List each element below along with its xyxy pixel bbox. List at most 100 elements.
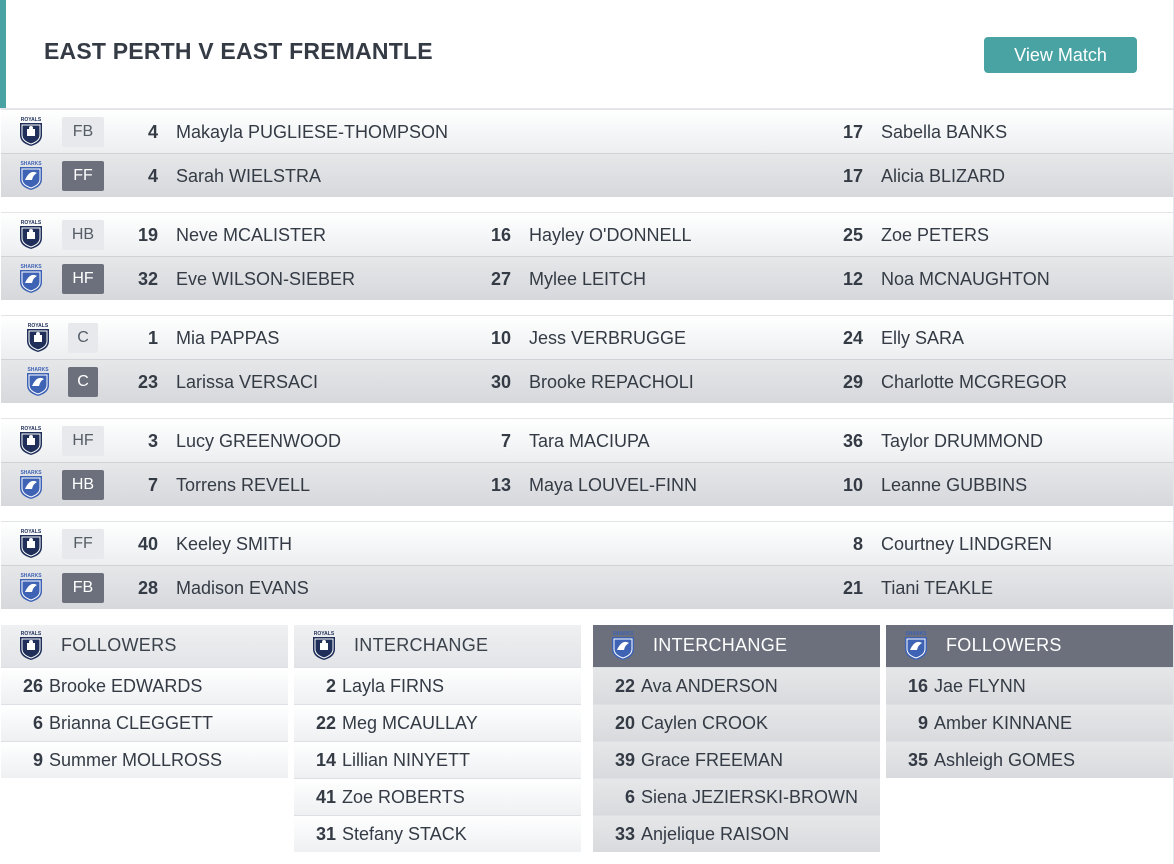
player-name[interactable]: Noa MCNAUGHTON <box>881 257 1050 301</box>
player-number: 9 <box>917 713 928 733</box>
sharks-logo-icon: SHARKS <box>20 573 42 602</box>
player-number: 33 <box>614 824 635 844</box>
view-match-button[interactable]: View Match <box>984 37 1137 73</box>
player-number: 6 <box>624 787 635 807</box>
player-number: 31 <box>315 824 336 844</box>
player-number: 21 <box>842 578 863 598</box>
player-name[interactable]: Tiani TEAKLE <box>881 566 993 610</box>
royals-logo-icon: ROYALS <box>20 426 42 455</box>
player-name[interactable]: Makayla PUGLIESE-THOMPSON <box>176 110 448 154</box>
player-name[interactable]: Siena JEZIERSKI-BROWN <box>641 779 858 815</box>
player-name[interactable]: Sabella BANKS <box>881 110 1007 154</box>
panel-header: ROYALS FOLLOWERS <box>1 625 288 667</box>
panel-header: ROYALS INTERCHANGE <box>294 625 581 667</box>
position-badge: FB <box>62 573 104 603</box>
player-name[interactable]: Meg MCAULLAY <box>342 705 478 741</box>
player-name[interactable]: Leanne GUBBINS <box>881 463 1027 507</box>
player-number: 39 <box>614 750 635 770</box>
position-badge: FF <box>62 161 104 191</box>
list-item: 16 Jae FLYNN <box>886 667 1173 704</box>
player-name[interactable]: Brooke REPACHOLI <box>529 360 694 404</box>
player-name[interactable]: Ashleigh GOMES <box>934 742 1075 778</box>
position-badge: FF <box>62 529 104 559</box>
player-name[interactable]: Jess VERBRUGGE <box>529 316 686 360</box>
team-logo: SHARKS <box>18 160 44 191</box>
player-name[interactable]: Ava ANDERSON <box>641 668 778 704</box>
sharks-logo-icon: SHARKS <box>20 470 42 499</box>
logo-text: SHARKS <box>27 367 49 373</box>
team-logo: SHARKS <box>18 263 44 294</box>
team-logo: ROYALS <box>18 528 44 559</box>
position-badge: C <box>68 367 98 397</box>
player-name[interactable]: Tara MACIUPA <box>529 419 650 463</box>
list-item: 6 Brianna CLEGGETT <box>1 704 288 741</box>
player-number: 13 <box>490 475 511 495</box>
player-name[interactable]: Brooke EDWARDS <box>49 668 202 704</box>
player-name[interactable]: Eve WILSON-SIEBER <box>176 257 355 301</box>
sharks-logo-icon: SHARKS <box>20 161 42 190</box>
player-name[interactable]: Torrens REVELL <box>176 463 310 507</box>
player-name[interactable]: Larissa VERSACI <box>176 360 318 404</box>
player-name[interactable]: Maya LOUVEL-FINN <box>529 463 697 507</box>
position-badge: HB <box>62 470 104 500</box>
panel-interchange-away: SHARKS INTERCHANGE 22 Ava ANDERSON 20 Caylen … <box>593 625 880 852</box>
player-name[interactable]: Brianna CLEGGETT <box>49 705 213 741</box>
panel-header: SHARKS FOLLOWERS <box>886 625 1173 667</box>
royals-logo-icon: ROYALS <box>20 220 42 249</box>
player-number: 23 <box>137 372 158 392</box>
player-name[interactable]: Taylor DRUMMOND <box>881 419 1043 463</box>
sharks-logo-icon: SHARKS <box>20 264 42 293</box>
player-number: 8 <box>852 534 863 554</box>
player-number: 14 <box>315 750 336 770</box>
player-number: 3 <box>147 431 158 451</box>
player-name[interactable]: Sarah WIELSTRA <box>176 154 321 198</box>
player-name[interactable]: Courtney LINDGREN <box>881 522 1052 566</box>
logo-text: SHARKS <box>20 573 42 579</box>
line-row-away: SHARKS C 23 Larissa VERSACI 30 Brooke REPACHO… <box>1 359 1173 403</box>
player-name[interactable]: Lucy GREENWOOD <box>176 419 341 463</box>
player-name[interactable]: Summer MOLLROSS <box>49 742 222 778</box>
player-number: 7 <box>147 475 158 495</box>
player-name[interactable]: Neve MCALISTER <box>176 213 326 257</box>
player-name[interactable]: Madison EVANS <box>176 566 309 610</box>
player-number: 6 <box>32 713 43 733</box>
team-logo: ROYALS <box>18 219 44 250</box>
player-number: 17 <box>842 166 863 186</box>
match-card: EAST PERTH V EAST FREMANTLE View Match R… <box>0 0 1174 864</box>
team-logo: SHARKS <box>18 572 44 603</box>
player-name[interactable]: Zoe PETERS <box>881 213 989 257</box>
panel-title: FOLLOWERS <box>946 635 1062 655</box>
player-name[interactable]: Jae FLYNN <box>934 668 1026 704</box>
list-item: 9 Summer MOLLROSS <box>1 741 288 778</box>
player-name[interactable]: Grace FREEMAN <box>641 742 783 778</box>
player-name[interactable]: Elly SARA <box>881 316 964 360</box>
team-logo: SHARKS <box>25 366 51 397</box>
position-badge: HF <box>62 426 104 456</box>
player-name[interactable]: Zoe ROBERTS <box>342 779 465 815</box>
player-number: 4 <box>147 166 158 186</box>
player-name[interactable]: Amber KINNANE <box>934 705 1072 741</box>
line-row-home: ROYALS FB 4 Makayla PUGLIESE-THOMPSON 17 Sabe… <box>1 109 1173 153</box>
list-item: 22 Ava ANDERSON <box>593 667 880 704</box>
team-logo: ROYALS <box>18 630 44 661</box>
royals-logo-icon: ROYALS <box>27 323 49 352</box>
player-name[interactable]: Lillian NINYETT <box>342 742 470 778</box>
player-number: 7 <box>500 431 511 451</box>
player-name[interactable]: Layla FIRNS <box>342 668 444 704</box>
list-item: 2 Layla FIRNS <box>294 667 581 704</box>
panel-interchange-home: ROYALS INTERCHANGE 2 Layla FIRNS 22 Meg MCAUL… <box>294 625 581 852</box>
player-name[interactable]: Stefany STACK <box>342 816 467 852</box>
list-item: 6 Siena JEZIERSKI-BROWN <box>593 778 880 815</box>
player-name[interactable]: Mylee LEITCH <box>529 257 646 301</box>
royals-logo-icon: ROYALS <box>20 631 42 660</box>
player-name[interactable]: Hayley O'DONNELL <box>529 213 691 257</box>
player-name[interactable]: Caylen CROOK <box>641 705 768 741</box>
sharks-logo-icon: SHARKS <box>612 631 634 660</box>
list-item: 14 Lillian NINYETT <box>294 741 581 778</box>
player-name[interactable]: Anjelique RAISON <box>641 816 789 852</box>
player-name[interactable]: Alicia BLIZARD <box>881 154 1005 198</box>
player-name[interactable]: Charlotte MCGREGOR <box>881 360 1067 404</box>
player-name[interactable]: Keeley SMITH <box>176 522 292 566</box>
logo-text: SHARKS <box>20 470 42 476</box>
player-name[interactable]: Mia PAPPAS <box>176 316 279 360</box>
